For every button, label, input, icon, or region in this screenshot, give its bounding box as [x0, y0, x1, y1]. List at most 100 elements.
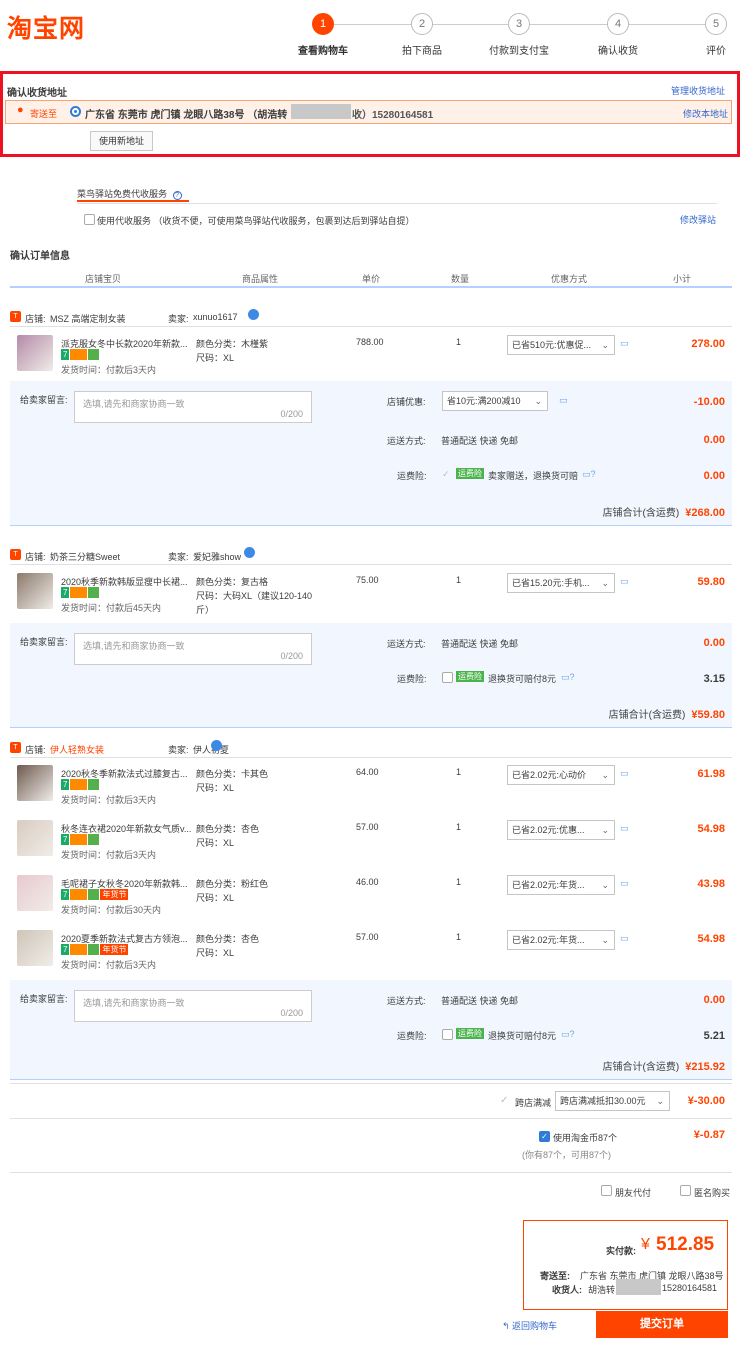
- credit-card-tag-icon: [70, 889, 88, 901]
- promo-select[interactable]: 已省510元:优惠促... ⌄: [507, 335, 615, 355]
- shop-label: 店铺:: [25, 552, 46, 562]
- insurance-checkbox[interactable]: [442, 1029, 453, 1040]
- comment-icon[interactable]: ▭: [620, 823, 629, 834]
- insurance-checkbox[interactable]: [442, 672, 453, 683]
- station-tab-label: 菜鸟驿站免费代收服务: [77, 189, 168, 199]
- item-attr-color: 颜色分类：杏色: [196, 824, 260, 834]
- promo-select[interactable]: 已省2.02元:心动价 ⌄: [507, 765, 615, 785]
- message-placeholder: 选填,请先和商家协商一致: [83, 399, 185, 409]
- shop-total: 店铺合计(含运费) ¥215.92: [570, 1058, 725, 1073]
- submit-order-button[interactable]: 提交订单: [596, 1311, 728, 1338]
- step-1-circle: 1: [312, 13, 334, 35]
- promo-select[interactable]: 已省2.02元:年货... ⌄: [507, 930, 615, 950]
- item-price: 57.00: [356, 932, 379, 942]
- wangwang-icon[interactable]: [244, 547, 255, 558]
- item-tags: 7: [61, 587, 100, 599]
- use-new-address-button[interactable]: 使用新地址: [90, 131, 153, 151]
- item-tags: 7: [61, 834, 100, 846]
- shop-name[interactable]: 奶茶三分糖Sweet: [50, 550, 120, 563]
- seven-day-tag-icon: 7: [61, 834, 70, 846]
- seven-day-tag-icon: 7: [61, 587, 70, 599]
- cross-select[interactable]: 跨店满减抵扣30.00元 ⌄: [555, 1091, 670, 1111]
- comment-icon[interactable]: ▭: [620, 338, 629, 349]
- help-icon[interactable]: ▭?: [561, 1029, 575, 1040]
- taobao-logo[interactable]: 淘宝网: [7, 9, 85, 45]
- item-thumbnail[interactable]: [17, 875, 53, 911]
- shop-total-label: 店铺合计(含运费): [602, 1062, 680, 1073]
- promo-select-value: 已省2.02元:年货...: [512, 880, 585, 890]
- item-thumbnail[interactable]: [17, 820, 53, 856]
- item-subtotal: 54.98: [697, 823, 725, 835]
- friend-pay-label: 朋友代付: [615, 1188, 652, 1198]
- item-thumbnail[interactable]: [17, 765, 53, 801]
- help-icon[interactable]: ▭?: [582, 469, 596, 480]
- anonymous-label: 匿名购买: [694, 1188, 731, 1198]
- redacted-block: [291, 104, 351, 119]
- item-attr-color: 颜色分类：杏色: [196, 934, 260, 944]
- item-thumbnail[interactable]: [17, 930, 53, 966]
- station-checkbox[interactable]: [84, 214, 95, 225]
- seller-name[interactable]: xunuo1617: [193, 312, 238, 322]
- ship-value: 普通配送 快递 免邮: [441, 639, 519, 649]
- shop-header: T 店铺: MSZ 高端定制女装 卖家: xunuo1617: [10, 307, 732, 327]
- address-radio[interactable]: [70, 106, 81, 117]
- shop-total: 店铺合计(含运费) ¥268.00: [570, 504, 725, 519]
- message-textarea[interactable]: 选填,请先和商家协商一致 0/200: [74, 391, 312, 423]
- anonymous-checkbox[interactable]: [680, 1185, 691, 1196]
- promo-select[interactable]: 已省2.02元:年货... ⌄: [507, 875, 615, 895]
- order-item-row: 派克服女冬中长款2020年新款... 7 发货时间：付款后3天内 颜色分类：木槿紫尺…: [10, 333, 732, 381]
- ship-fee: 0.00: [703, 434, 725, 446]
- promo-select[interactable]: 已省2.02元:优惠... ⌄: [507, 820, 615, 840]
- festival-tag: 年货节: [100, 889, 129, 901]
- item-price: 64.00: [356, 767, 379, 777]
- promo-tag-icon: [88, 889, 100, 901]
- message-textarea[interactable]: 选填,请先和商家协商一致 0/200: [74, 633, 312, 665]
- comment-icon[interactable]: ▭: [620, 576, 629, 587]
- insurance-checkbox[interactable]: ✓: [442, 469, 453, 480]
- item-thumbnail[interactable]: [17, 335, 53, 371]
- shop-discount-select[interactable]: 省10元:满200减10 ⌄: [442, 391, 548, 411]
- seller-name[interactable]: 爱妃雅show: [193, 550, 241, 563]
- shop-name[interactable]: 伊人轻熟女装: [50, 743, 104, 756]
- credit-card-tag-icon: [70, 779, 88, 791]
- manage-address-link[interactable]: 管理收货地址: [671, 84, 725, 97]
- station-tab[interactable]: 菜鸟驿站免费代收服务 ?: [77, 187, 189, 202]
- item-price: 46.00: [356, 877, 379, 887]
- ship-time: 发货时间：付款后30天内: [61, 905, 162, 915]
- location-pin-icon: ●: [17, 104, 24, 116]
- item-tags: 7 年货节: [61, 944, 129, 956]
- friend-pay-checkbox[interactable]: [601, 1185, 612, 1196]
- help-icon[interactable]: ▭?: [561, 672, 575, 683]
- comment-icon[interactable]: ▭: [620, 878, 629, 889]
- comment-icon[interactable]: ▭: [620, 768, 629, 779]
- back-to-cart-link[interactable]: ↰ 返回购物车: [502, 1319, 557, 1332]
- message-placeholder: 选填,请先和商家协商一致: [83, 998, 185, 1008]
- cross-top-line: [10, 1083, 732, 1084]
- shop-name[interactable]: MSZ 高端定制女装: [50, 312, 126, 325]
- comment-icon[interactable]: ▭: [620, 933, 629, 944]
- seven-day-tag-icon: 7: [61, 779, 70, 791]
- coin-checkbox[interactable]: ✓: [539, 1131, 550, 1142]
- shop-discount-value-amount: -10.00: [693, 396, 725, 408]
- step-4-label: 确认收货: [598, 46, 638, 57]
- item-qty: 1: [456, 337, 462, 347]
- address-row[interactable]: ● 寄送至 广东省 东莞市 虎门镇 龙眼八路38号 （胡浩转 收）1528016…: [5, 100, 732, 124]
- item-thumbnail[interactable]: [17, 573, 53, 609]
- cross-check-icon: ✓: [500, 1095, 509, 1106]
- comment-icon[interactable]: ▭: [559, 395, 568, 406]
- ship-value: 普通配送 快递 免邮: [441, 996, 519, 1006]
- wangwang-icon[interactable]: [248, 309, 259, 320]
- item-tags: 7 年货节: [61, 889, 129, 901]
- chevron-down-icon: ⌄: [601, 935, 609, 945]
- message-textarea[interactable]: 选填,请先和商家协商一致 0/200: [74, 990, 312, 1022]
- item-subtotal: 54.98: [697, 933, 725, 945]
- shop-icon: T: [10, 742, 21, 753]
- edit-address-link[interactable]: 修改本地址: [683, 107, 728, 120]
- help-icon[interactable]: ?: [172, 191, 182, 200]
- promo-select[interactable]: 已省15.20元:手机... ⌄: [507, 573, 615, 593]
- modify-station-link[interactable]: 修改驿站: [680, 213, 716, 226]
- step-5-circle: 5: [705, 13, 727, 35]
- wangwang-icon[interactable]: [211, 740, 222, 751]
- insurance-text: 退换货可赔付8元: [488, 674, 557, 684]
- item-tags: 7: [61, 349, 100, 361]
